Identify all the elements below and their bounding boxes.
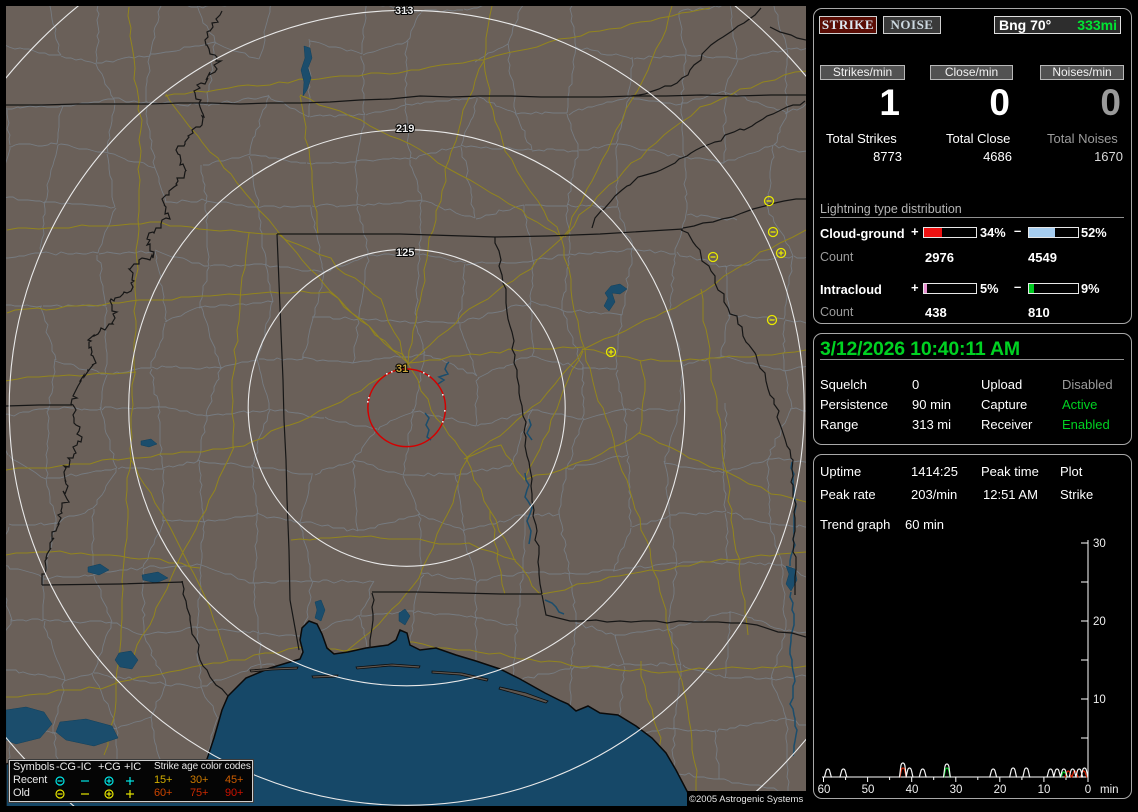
svg-text:©2005 Astrogenic Systems: ©2005 Astrogenic Systems [689, 794, 803, 805]
svg-text:30: 30 [950, 784, 963, 796]
svg-text:20: 20 [994, 784, 1007, 796]
svg-text:min: min [1100, 784, 1119, 796]
svg-text:40: 40 [906, 784, 919, 796]
svg-text:10: 10 [1038, 784, 1051, 796]
svg-text:50: 50 [862, 784, 875, 796]
svg-text:60: 60 [818, 784, 831, 796]
svg-text:0: 0 [1085, 784, 1091, 796]
svg-text:125: 125 [396, 247, 414, 259]
svg-text:313: 313 [395, 6, 413, 17]
svg-text:219: 219 [396, 123, 414, 135]
svg-text:30: 30 [1093, 538, 1106, 550]
svg-text:20: 20 [1093, 616, 1106, 628]
svg-text:31: 31 [396, 363, 408, 375]
svg-text:10: 10 [1093, 694, 1106, 706]
